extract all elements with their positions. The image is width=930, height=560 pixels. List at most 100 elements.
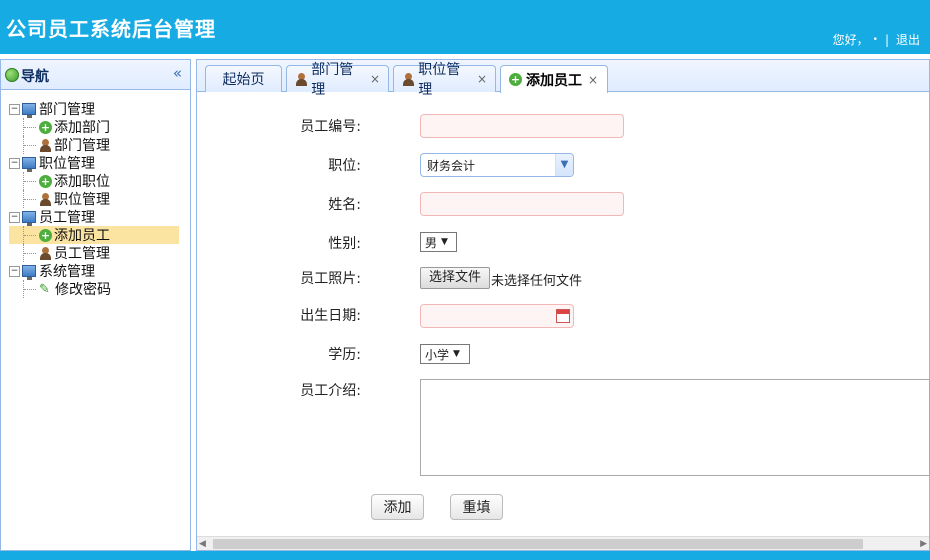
header-separator: | (884, 32, 889, 47)
tree-connector (23, 226, 37, 244)
collapse-toggle-icon[interactable]: − (9, 157, 20, 169)
tree-node-label: 系统管理 (39, 264, 95, 280)
education-label: 学历: (328, 347, 361, 363)
tree-connector (23, 118, 37, 136)
tree-item-label: 部门管理 (54, 138, 110, 154)
dropdown-arrow-icon: ▼ (453, 349, 460, 359)
position-select[interactable]: 财务会计 ▼ (420, 153, 574, 177)
user-icon (39, 246, 52, 260)
navigation-globe-icon (5, 68, 19, 82)
dropdown-arrow-icon: ▼ (441, 237, 448, 247)
intro-label: 员工介绍: (300, 383, 361, 399)
add-button[interactable]: 添加 (371, 494, 424, 520)
close-icon[interactable]: × (370, 72, 380, 86)
footer-bar (0, 551, 930, 560)
tree-item-label: 添加部门 (54, 120, 110, 136)
scroll-left-icon[interactable]: ◀ (199, 537, 206, 551)
birth-date-label: 出生日期: (300, 308, 361, 324)
user-icon (295, 72, 308, 86)
sidebar-title: 导航 (21, 69, 49, 85)
tabs-bar: 起始页 部门管理 × 职位管理 × + 添加员工 × (197, 60, 929, 98)
tree-connector (23, 136, 37, 154)
tree-item-label: 职位管理 (54, 192, 110, 208)
tab-department-manage[interactable]: 部门管理 × (286, 62, 389, 98)
user-icon (402, 72, 415, 86)
tree-item-label: 添加员工 (54, 228, 110, 244)
app-title: 公司员工系统后台管理 (6, 17, 216, 41)
tree-node-label: 员工管理 (39, 210, 95, 226)
tree-item-add-department[interactable]: + 添加部门 (9, 118, 179, 136)
computer-icon (22, 103, 36, 118)
tree-item-label: 添加职位 (54, 174, 110, 190)
tree-node-department[interactable]: − 部门管理 (9, 100, 179, 118)
tree-item-employee-manage[interactable]: 员工管理 (9, 244, 179, 262)
tree-connector (23, 190, 37, 208)
education-select-value: 小学 (425, 347, 450, 362)
collapse-toggle-icon[interactable]: − (9, 265, 20, 277)
app-header: 公司员工系统后台管理 您好， • | 退出 (0, 0, 930, 54)
file-status-text: 未选择任何文件 (491, 274, 583, 289)
photo-label: 员工照片: (300, 271, 361, 287)
add-icon: + (39, 120, 52, 134)
collapse-toggle-icon[interactable]: − (9, 211, 20, 223)
nav-tree: − 部门管理 + 添加部门 部门管理 − 职位管理 + 添加职位 职位管理 − … (9, 100, 179, 298)
computer-icon (22, 265, 36, 280)
close-icon[interactable]: × (477, 72, 487, 86)
tree-item-department-manage[interactable]: 部门管理 (9, 136, 179, 154)
tab-add-employee[interactable]: + 添加员工 × (500, 65, 608, 93)
position-label: 职位: (328, 158, 361, 174)
emp-no-label: 员工编号: (300, 119, 361, 135)
tree-item-change-password[interactable]: ✎ 修改密码 (9, 280, 179, 298)
user-icon (39, 192, 52, 206)
user-area: 您好， • | 退出 (833, 31, 920, 48)
horizontal-scrollbar[interactable]: ◀ ▶ (197, 536, 929, 550)
tab-label: 起始页 (222, 72, 265, 88)
close-icon[interactable]: × (588, 73, 598, 87)
emp-no-input[interactable] (420, 114, 624, 138)
add-icon: + (39, 228, 52, 242)
chevron-down-icon[interactable]: ▼ (555, 154, 573, 176)
tab-label: 部门管理 (311, 62, 354, 98)
sidebar-header: 导航 « (1, 60, 190, 90)
tree-node-system[interactable]: − 系统管理 (9, 262, 179, 280)
tree-node-position[interactable]: − 职位管理 (9, 154, 179, 172)
name-label: 姓名: (328, 197, 361, 213)
tree-item-position-manage[interactable]: 职位管理 (9, 190, 179, 208)
education-select[interactable]: 小学 ▼ (420, 344, 470, 364)
gender-select-value: 男 (425, 235, 438, 250)
add-icon: + (39, 174, 52, 188)
logout-link[interactable]: 退出 (896, 31, 920, 48)
intro-textarea[interactable] (420, 379, 930, 476)
position-select-value: 财务会计 (427, 158, 476, 173)
birth-date-input[interactable] (420, 304, 574, 328)
computer-icon (22, 211, 36, 226)
main-panel: 起始页 部门管理 × 职位管理 × + 添加员工 × 员工编号: 职位: 财务会… (196, 59, 930, 551)
tab-label: 职位管理 (418, 62, 461, 98)
tree-node-employee[interactable]: − 员工管理 (9, 208, 179, 226)
tree-node-label: 职位管理 (39, 156, 95, 172)
tree-connector (23, 244, 37, 262)
tab-home[interactable]: 起始页 (205, 65, 282, 92)
scrollbar-thumb[interactable] (213, 539, 863, 549)
tab-position-manage[interactable]: 职位管理 × (393, 62, 496, 98)
add-icon: + (509, 73, 522, 86)
reset-button[interactable]: 重填 (450, 494, 503, 520)
tree-item-add-position[interactable]: + 添加职位 (9, 172, 179, 190)
tab-label: 添加员工 (526, 72, 582, 89)
user-name-marker: • (872, 34, 878, 45)
tree-connector (23, 280, 37, 298)
user-icon (39, 138, 52, 152)
computer-icon (22, 157, 36, 172)
collapse-icon[interactable]: « (173, 64, 182, 82)
greeting-text: 您好， (832, 33, 869, 47)
scroll-right-icon[interactable]: ▶ (920, 537, 927, 551)
calendar-icon[interactable] (556, 309, 570, 323)
sidebar: 导航 « − 部门管理 + 添加部门 部门管理 − 职位管理 + 添加职位 职位… (0, 59, 191, 551)
name-input[interactable] (420, 192, 624, 216)
tree-item-add-employee[interactable]: + 添加员工 (9, 226, 179, 244)
tree-item-label: 修改密码 (55, 282, 111, 298)
choose-file-button[interactable]: 选择文件 (420, 267, 491, 289)
tree-connector (23, 172, 37, 190)
gender-select[interactable]: 男 ▼ (420, 232, 457, 252)
collapse-toggle-icon[interactable]: − (9, 103, 20, 115)
